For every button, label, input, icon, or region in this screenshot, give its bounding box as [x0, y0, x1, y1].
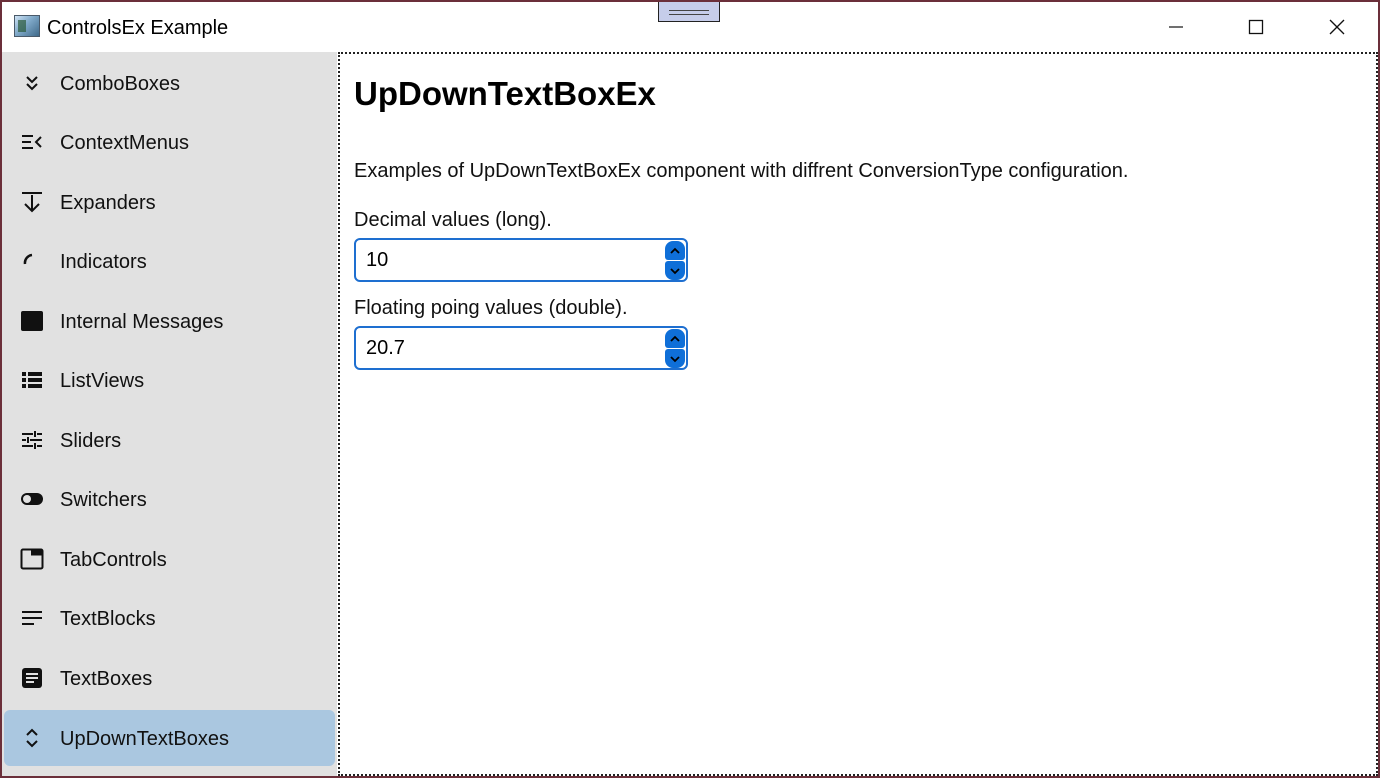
tab-icon — [20, 547, 44, 571]
sidebar-item-tabcontrols[interactable]: TabControls — [4, 531, 335, 587]
sidebar-item-internal-messages[interactable]: Internal Messages — [4, 293, 335, 349]
sidebar-item-label: ListViews — [60, 370, 145, 392]
sidebar-item-label: Sliders — [60, 430, 122, 452]
double-updown-textbox — [354, 326, 688, 370]
sidebar-item-textblocks[interactable]: TextBlocks — [4, 590, 335, 646]
list-icon — [20, 368, 44, 392]
sidebar-item-label: UpDownTextBoxes — [60, 728, 229, 750]
sidebar-item-indicators[interactable]: Indicators — [4, 233, 335, 289]
decrement-button[interactable] — [665, 349, 685, 368]
message-window-icon — [20, 309, 44, 333]
sidebar-item-contextmenus[interactable]: ContextMenus — [4, 114, 335, 170]
chevron-up-icon — [670, 247, 680, 254]
sliders-icon — [20, 428, 44, 452]
sidebar-item-sliders[interactable]: Sliders — [4, 412, 335, 468]
sidebar-item-updowntextboxes[interactable]: UpDownTextBoxes — [4, 710, 335, 766]
maximize-icon — [1248, 19, 1264, 35]
increment-button[interactable] — [665, 329, 685, 348]
context-menu-icon — [20, 130, 44, 154]
sidebar-item-label: Expanders — [60, 192, 156, 214]
chevron-down-icon — [670, 267, 680, 274]
double-field-label: Floating poing values (double). — [354, 297, 628, 319]
maximize-button[interactable] — [1216, 2, 1296, 52]
chevron-up-icon — [670, 335, 680, 342]
close-icon — [1329, 19, 1345, 35]
sidebar-item-label: ComboBoxes — [60, 73, 181, 95]
content-panel: UpDownTextBoxEx Examples of UpDownTextBo… — [338, 52, 1378, 776]
minimize-button[interactable] — [1136, 2, 1216, 52]
drag-handle[interactable] — [658, 2, 720, 22]
sidebar-item-comboboxes[interactable]: ComboBoxes — [4, 55, 335, 111]
decimal-value-input[interactable] — [366, 240, 656, 280]
sidebar-item-expanders[interactable]: Expanders — [4, 174, 335, 230]
sidebar-item-textboxes[interactable]: TextBoxes — [4, 650, 335, 706]
sidebar-item-label: TabControls — [60, 549, 167, 571]
decimal-updown-textbox — [354, 238, 688, 282]
up-down-chevron-icon — [20, 726, 44, 750]
sidebar-item-label: TextBlocks — [60, 608, 156, 630]
sidebar: ComboBoxes ContextMenus Expanders Indica… — [2, 52, 337, 776]
window-title: ControlsEx Example — [47, 17, 229, 39]
sidebar-item-label: Internal Messages — [60, 311, 224, 333]
double-chevron-down-icon — [20, 71, 44, 95]
close-button[interactable] — [1297, 2, 1377, 52]
app-icon — [14, 15, 40, 37]
page-description: Examples of UpDownTextBoxEx component wi… — [354, 160, 1129, 182]
decrement-button[interactable] — [665, 261, 685, 280]
sidebar-item-label: Indicators — [60, 251, 147, 273]
toggle-icon — [20, 487, 44, 511]
minimize-icon — [1169, 26, 1183, 28]
page-title: UpDownTextBoxEx — [354, 75, 656, 112]
app-window: ControlsEx Example ComboBoxes ContextMen… — [2, 2, 1378, 776]
sidebar-item-switchers[interactable]: Switchers — [4, 471, 335, 527]
sidebar-item-label: ContextMenus — [60, 132, 189, 154]
expand-down-icon — [20, 190, 44, 214]
increment-button[interactable] — [665, 241, 685, 260]
decimal-field-label: Decimal values (long). — [354, 209, 552, 231]
text-box-icon — [20, 666, 44, 690]
progress-arc-icon — [20, 249, 44, 273]
sidebar-item-label: Switchers — [60, 489, 147, 511]
text-lines-icon — [20, 606, 44, 630]
title-bar[interactable]: ControlsEx Example — [2, 2, 1378, 52]
chevron-down-icon — [670, 355, 680, 362]
sidebar-item-label: TextBoxes — [60, 668, 153, 690]
sidebar-item-listviews[interactable]: ListViews — [4, 352, 335, 408]
double-value-input[interactable] — [366, 328, 656, 368]
